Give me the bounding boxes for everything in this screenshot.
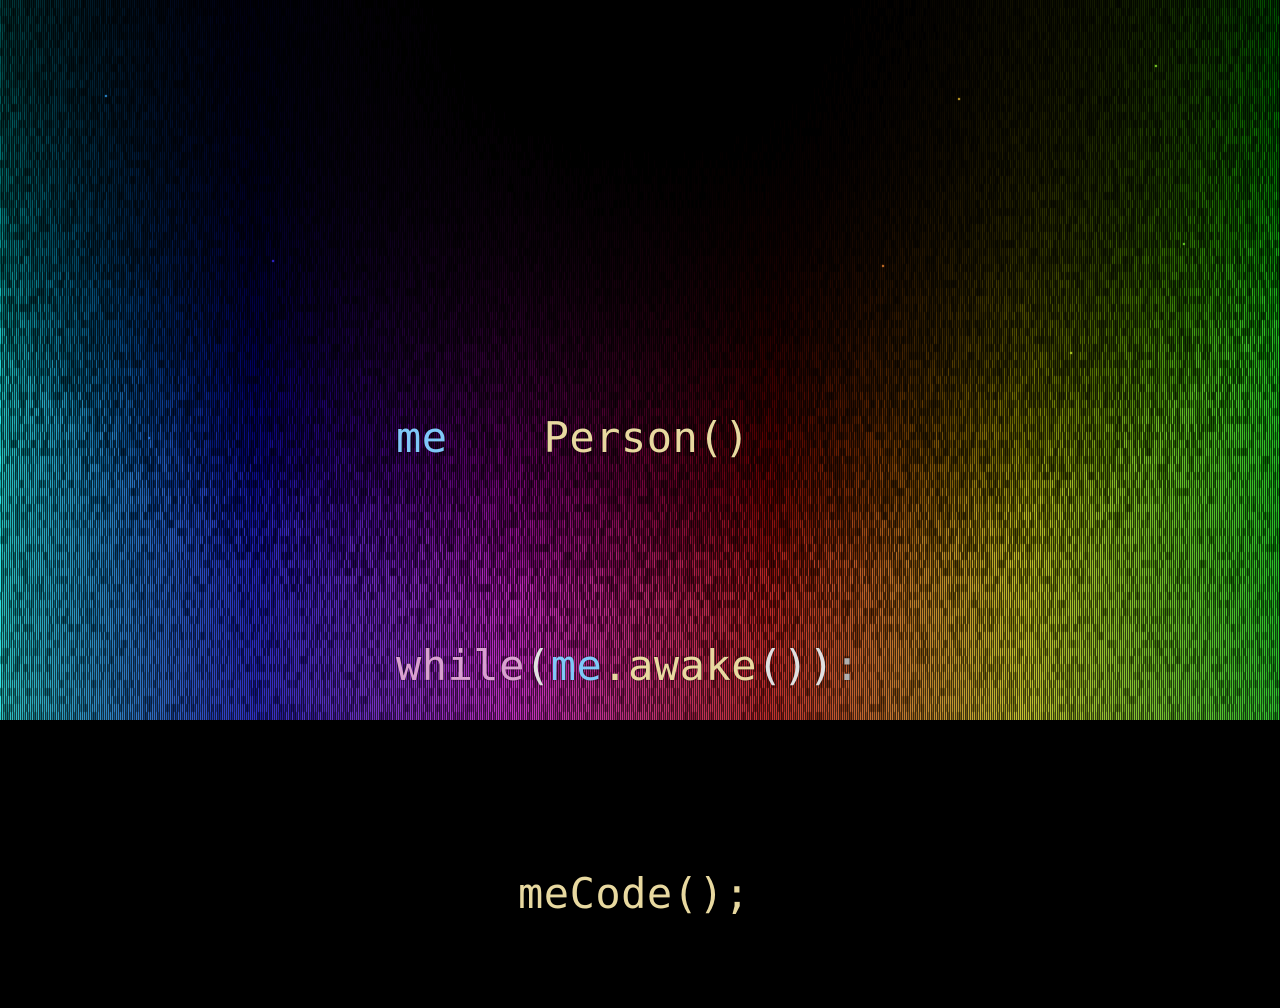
code-line-2: while(me.awake()): <box>396 628 860 704</box>
code-block: me Person() while(me.awake()): meCode(); <box>396 248 860 1008</box>
code-paren-open: ( <box>524 641 551 690</box>
code-variable-me: me <box>396 413 448 462</box>
code-method-awake: .awake <box>602 641 758 690</box>
code-line-3: meCode(); <box>396 856 860 932</box>
code-object-me: me <box>550 641 603 690</box>
code-colon: : <box>834 641 861 690</box>
code-line-1: me Person() <box>396 400 860 476</box>
code-call-person: Person() <box>543 413 750 462</box>
code-call-mecode: meCode(); <box>518 869 751 918</box>
code-paren-close: ()) <box>757 641 835 690</box>
code-keyword-while: while <box>396 641 525 690</box>
